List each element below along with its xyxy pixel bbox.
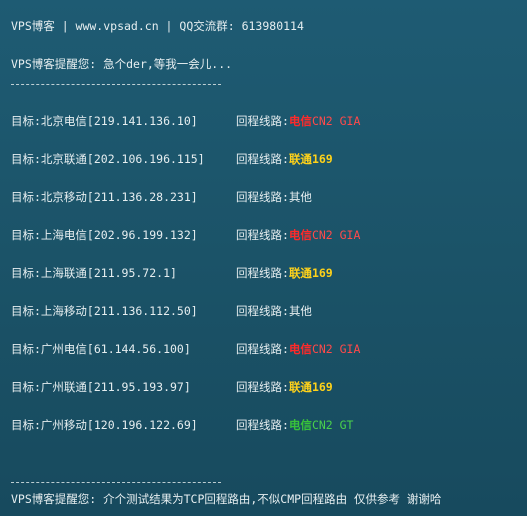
route-isp-value: 电信 <box>288 114 312 128</box>
target-label: 目标:北京移动[211.136.28.231] <box>11 190 198 204</box>
route-prefix-label: 回程线路: <box>236 304 289 318</box>
route-isp-value: 电信 <box>288 342 312 356</box>
target-label: 目标:上海联通[211.95.72.1] <box>11 266 177 280</box>
route-prefix-label: 回程线路: <box>236 418 289 432</box>
target-label: 目标:上海电信[202.96.199.132] <box>11 228 198 242</box>
route-prefix-label: 回程线路: <box>236 190 289 204</box>
route-isp-value: 其他 <box>288 304 312 318</box>
route-line-type: CN2 GIA <box>311 114 361 128</box>
target-label: 目标:北京电信[219.141.136.10] <box>11 114 198 128</box>
route-isp-value: 其他 <box>288 190 312 204</box>
route-isp-value: 联通 <box>288 152 312 166</box>
route-line-type: 169 <box>311 266 333 280</box>
route-isp-value: 电信 <box>288 418 312 432</box>
route-isp-value: 联通 <box>288 266 312 280</box>
route-line-type: 169 <box>311 152 333 166</box>
route-result-row: 目标:上海移动[211.136.112.50] 回程线路:其他 <box>11 304 312 318</box>
header-waiting-line: VPS博客提醒您: 急个der,等我一会儿... <box>11 57 233 71</box>
terminal-window: VPS博客 | www.vpsad.cn | QQ交流群: 613980114 … <box>0 0 527 516</box>
route-prefix-label: 回程线路: <box>236 380 289 394</box>
route-line-type: CN2 GT <box>311 418 354 432</box>
route-prefix-label: 回程线路: <box>236 266 289 280</box>
route-result-row: 目标:上海联通[211.95.72.1] 回程线路:联通169 <box>11 266 333 280</box>
bottom-separator <box>11 482 221 483</box>
footer-note-line: VPS博客提醒您: 介个测试结果为TCP回程路由,不似CMP回程路由 仅供参考 … <box>11 492 442 506</box>
route-result-row: 目标:广州电信[61.144.56.100] 回程线路:电信CN2 GIA <box>11 342 360 356</box>
header-info-line: VPS博客 | www.vpsad.cn | QQ交流群: 613980114 <box>11 19 304 33</box>
route-prefix-label: 回程线路: <box>236 342 289 356</box>
route-result-row: 目标:上海电信[202.96.199.132] 回程线路:电信CN2 GIA <box>11 228 360 242</box>
route-result-row: 目标:北京电信[219.141.136.10] 回程线路:电信CN2 GIA <box>11 114 360 128</box>
route-prefix-label: 回程线路: <box>236 228 289 242</box>
route-result-row: 目标:北京移动[211.136.28.231] 回程线路:其他 <box>11 190 312 204</box>
target-label: 目标:广州移动[120.196.122.69] <box>11 418 198 432</box>
route-isp-value: 电信 <box>288 228 312 242</box>
target-label: 目标:广州联通[211.95.193.97] <box>11 380 191 394</box>
target-label: 目标:上海移动[211.136.112.50] <box>11 304 198 318</box>
route-prefix-label: 回程线路: <box>236 152 289 166</box>
target-label: 目标:北京联通[202.106.196.115] <box>11 152 205 166</box>
target-label: 目标:广州电信[61.144.56.100] <box>11 342 191 356</box>
route-result-row: 目标:广州联通[211.95.193.97] 回程线路:联通169 <box>11 380 333 394</box>
top-separator <box>11 84 221 85</box>
route-prefix-label: 回程线路: <box>236 114 289 128</box>
route-line-type: CN2 GIA <box>311 342 361 356</box>
route-line-type: CN2 GIA <box>311 228 361 242</box>
route-line-type: 169 <box>311 380 333 394</box>
route-result-row: 目标:广州移动[120.196.122.69] 回程线路:电信CN2 GT <box>11 418 353 432</box>
route-isp-value: 联通 <box>288 380 312 394</box>
route-result-row: 目标:北京联通[202.106.196.115] 回程线路:联通169 <box>11 152 333 166</box>
